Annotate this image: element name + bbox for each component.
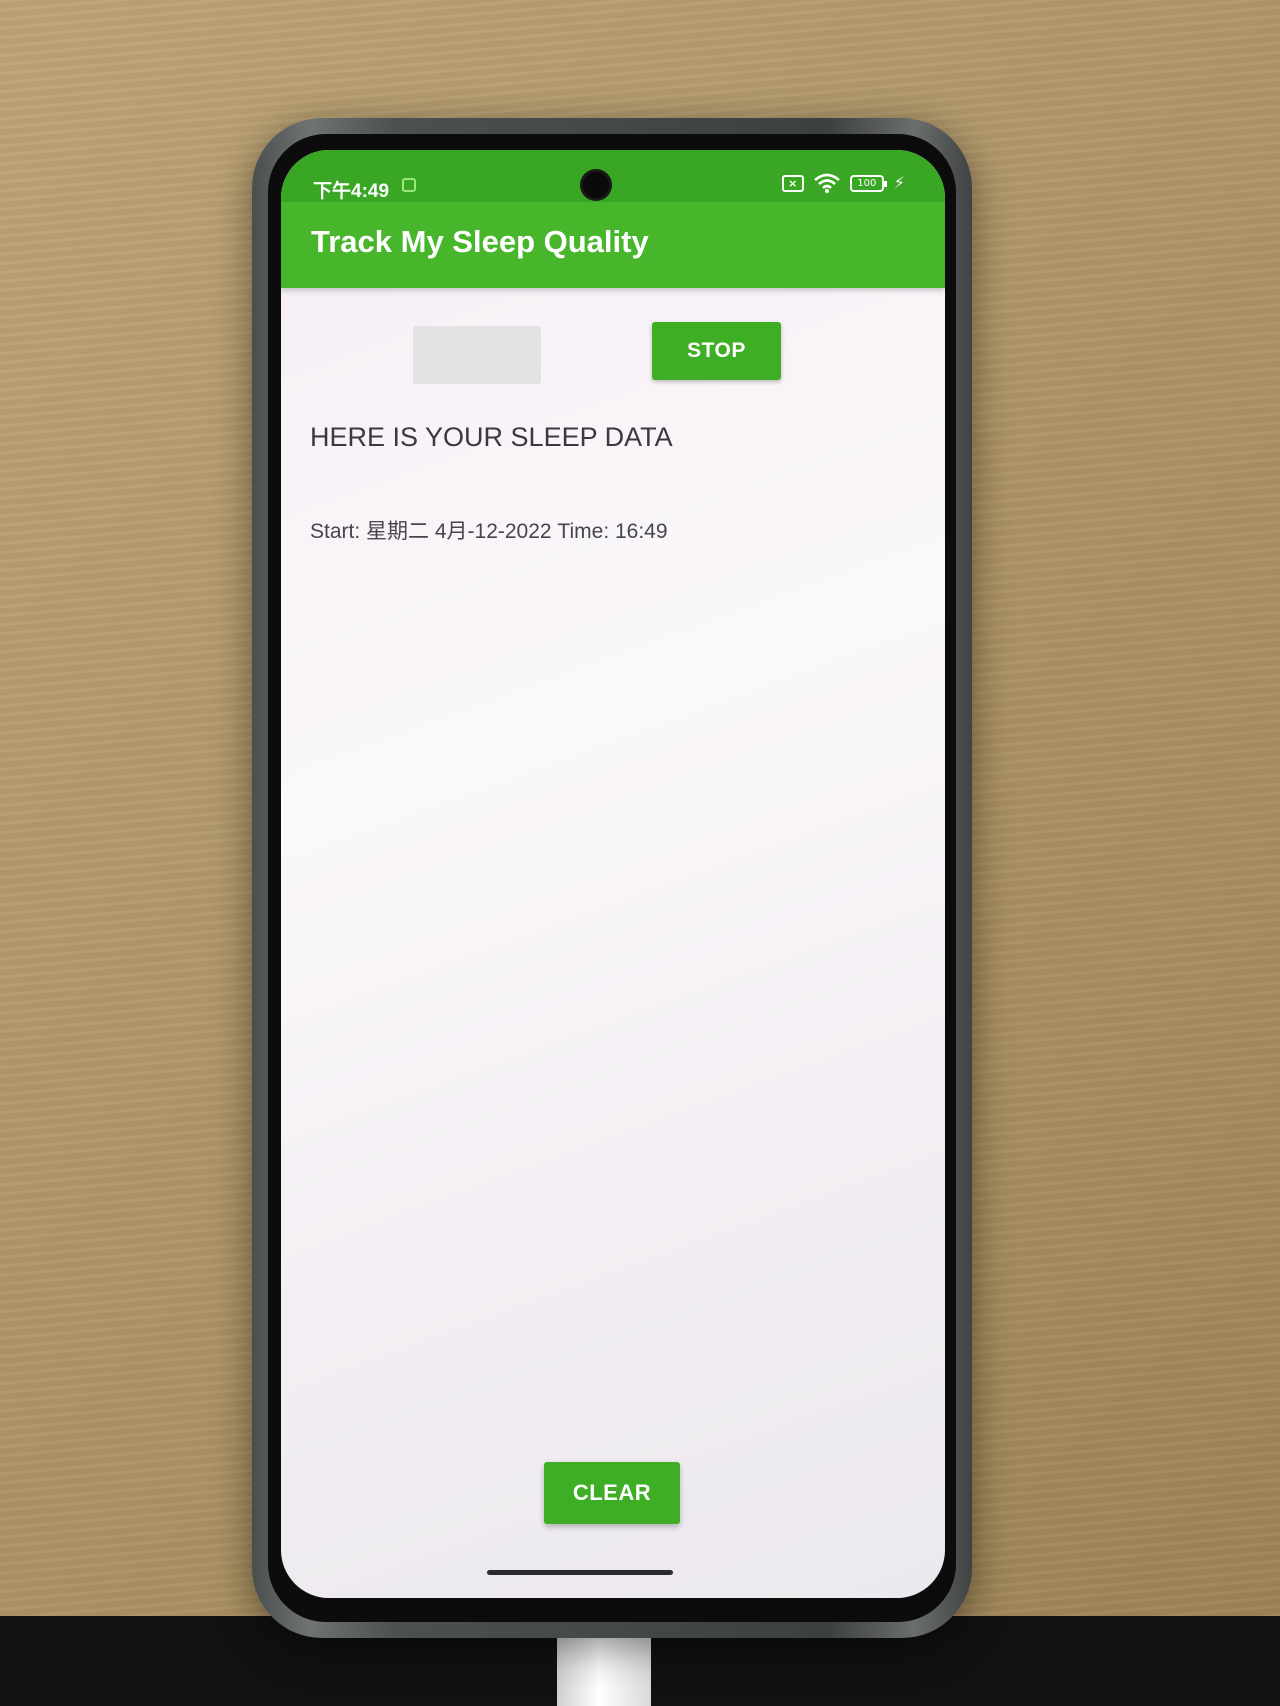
sleep-data-heading: HERE IS YOUR SLEEP DATA xyxy=(310,422,673,452)
app-bar: Track My Sleep Quality xyxy=(281,202,945,288)
no-sim-icon: × xyxy=(781,174,804,192)
battery-icon: 100 xyxy=(849,174,887,192)
wifi-icon xyxy=(813,173,840,193)
charging-icon: ⚡ xyxy=(893,173,905,192)
home-indicator[interactable] xyxy=(487,1570,673,1575)
app-title: Track My Sleep Quality xyxy=(311,224,649,259)
stop-button[interactable]: STOP xyxy=(652,322,781,380)
status-bar: 下午4:49 × 100 ⚡ xyxy=(281,150,945,202)
sleep-record-text: Start: 星期二 4月-12-2022 Time: 16:49 xyxy=(310,520,668,543)
clear-button[interactable]: CLEAR xyxy=(544,1462,680,1524)
phone-screen: 下午4:49 × 100 ⚡ Track My Sleep Quality ST… xyxy=(281,150,945,1598)
start-button[interactable] xyxy=(413,326,541,384)
status-time: 下午4:49 xyxy=(313,181,390,202)
notification-icon xyxy=(402,178,416,192)
front-camera xyxy=(583,172,609,198)
status-icons: × 100 ⚡ xyxy=(781,170,905,196)
